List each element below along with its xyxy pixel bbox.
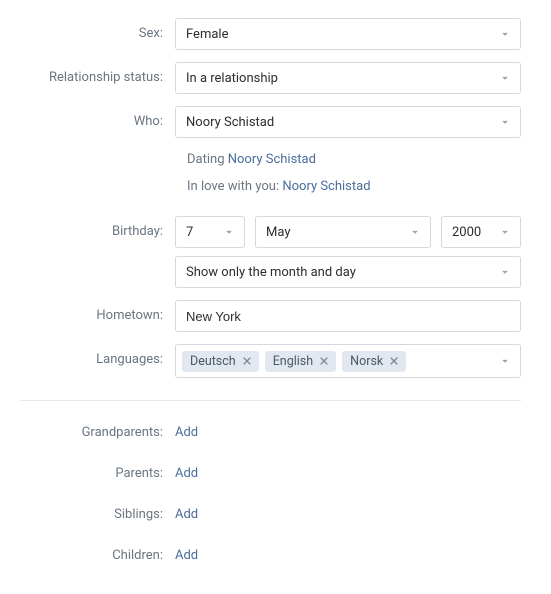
languages-select[interactable]: Deutsch English Norsk [175, 344, 521, 378]
close-icon[interactable] [241, 355, 253, 367]
birthday-month-value: May [266, 225, 290, 240]
chevron-down-icon [498, 115, 512, 129]
add-children-link[interactable]: Add [175, 548, 198, 563]
dating-subline: Dating Noory Schistad [187, 150, 521, 167]
add-grandparents-link[interactable]: Add [175, 425, 198, 440]
sex-value: Female [186, 27, 228, 42]
chevron-down-icon [498, 71, 512, 85]
birthday-day-select[interactable]: 7 [175, 216, 245, 248]
who-label: Who: [20, 106, 175, 129]
languages-label: Languages: [20, 344, 175, 367]
who-select[interactable]: Noory Schistad [175, 106, 521, 138]
sex-label: Sex: [20, 18, 175, 41]
chevron-down-icon [498, 354, 512, 368]
close-icon[interactable] [388, 355, 400, 367]
dating-link[interactable]: Noory Schistad [228, 152, 316, 167]
sex-select[interactable]: Female [175, 18, 521, 50]
chevron-down-icon [498, 265, 512, 279]
hometown-input[interactable] [175, 300, 521, 332]
who-value: Noory Schistad [186, 115, 274, 130]
birthday-year-value: 2000 [452, 225, 481, 240]
inlove-link[interactable]: Noory Schistad [282, 179, 370, 194]
grandparents-label: Grandparents: [20, 425, 175, 440]
section-divider [20, 400, 521, 401]
close-icon[interactable] [318, 355, 330, 367]
add-siblings-link[interactable]: Add [175, 507, 198, 522]
inlove-subline: In love with you: Noory Schistad [187, 177, 521, 194]
birthday-month-select[interactable]: May [255, 216, 431, 248]
birthday-visibility-value: Show only the month and day [186, 265, 356, 280]
chevron-down-icon [222, 225, 236, 239]
parents-label: Parents: [20, 466, 175, 481]
add-parents-link[interactable]: Add [175, 466, 198, 481]
language-tag: Deutsch [182, 351, 259, 372]
hometown-label: Hometown: [20, 300, 175, 323]
birthday-visibility-select[interactable]: Show only the month and day [175, 256, 521, 288]
birthday-year-select[interactable]: 2000 [441, 216, 521, 248]
relationship-value: In a relationship [186, 71, 278, 86]
birthday-label: Birthday: [20, 216, 175, 239]
chevron-down-icon [498, 225, 512, 239]
relationship-label: Relationship status: [20, 62, 175, 85]
chevron-down-icon [498, 27, 512, 41]
relationship-select[interactable]: In a relationship [175, 62, 521, 94]
siblings-label: Siblings: [20, 507, 175, 522]
birthday-day-value: 7 [186, 225, 193, 240]
language-tag: Norsk [342, 351, 406, 372]
children-label: Children: [20, 548, 175, 563]
chevron-down-icon [408, 225, 422, 239]
language-tag: English [265, 351, 336, 372]
